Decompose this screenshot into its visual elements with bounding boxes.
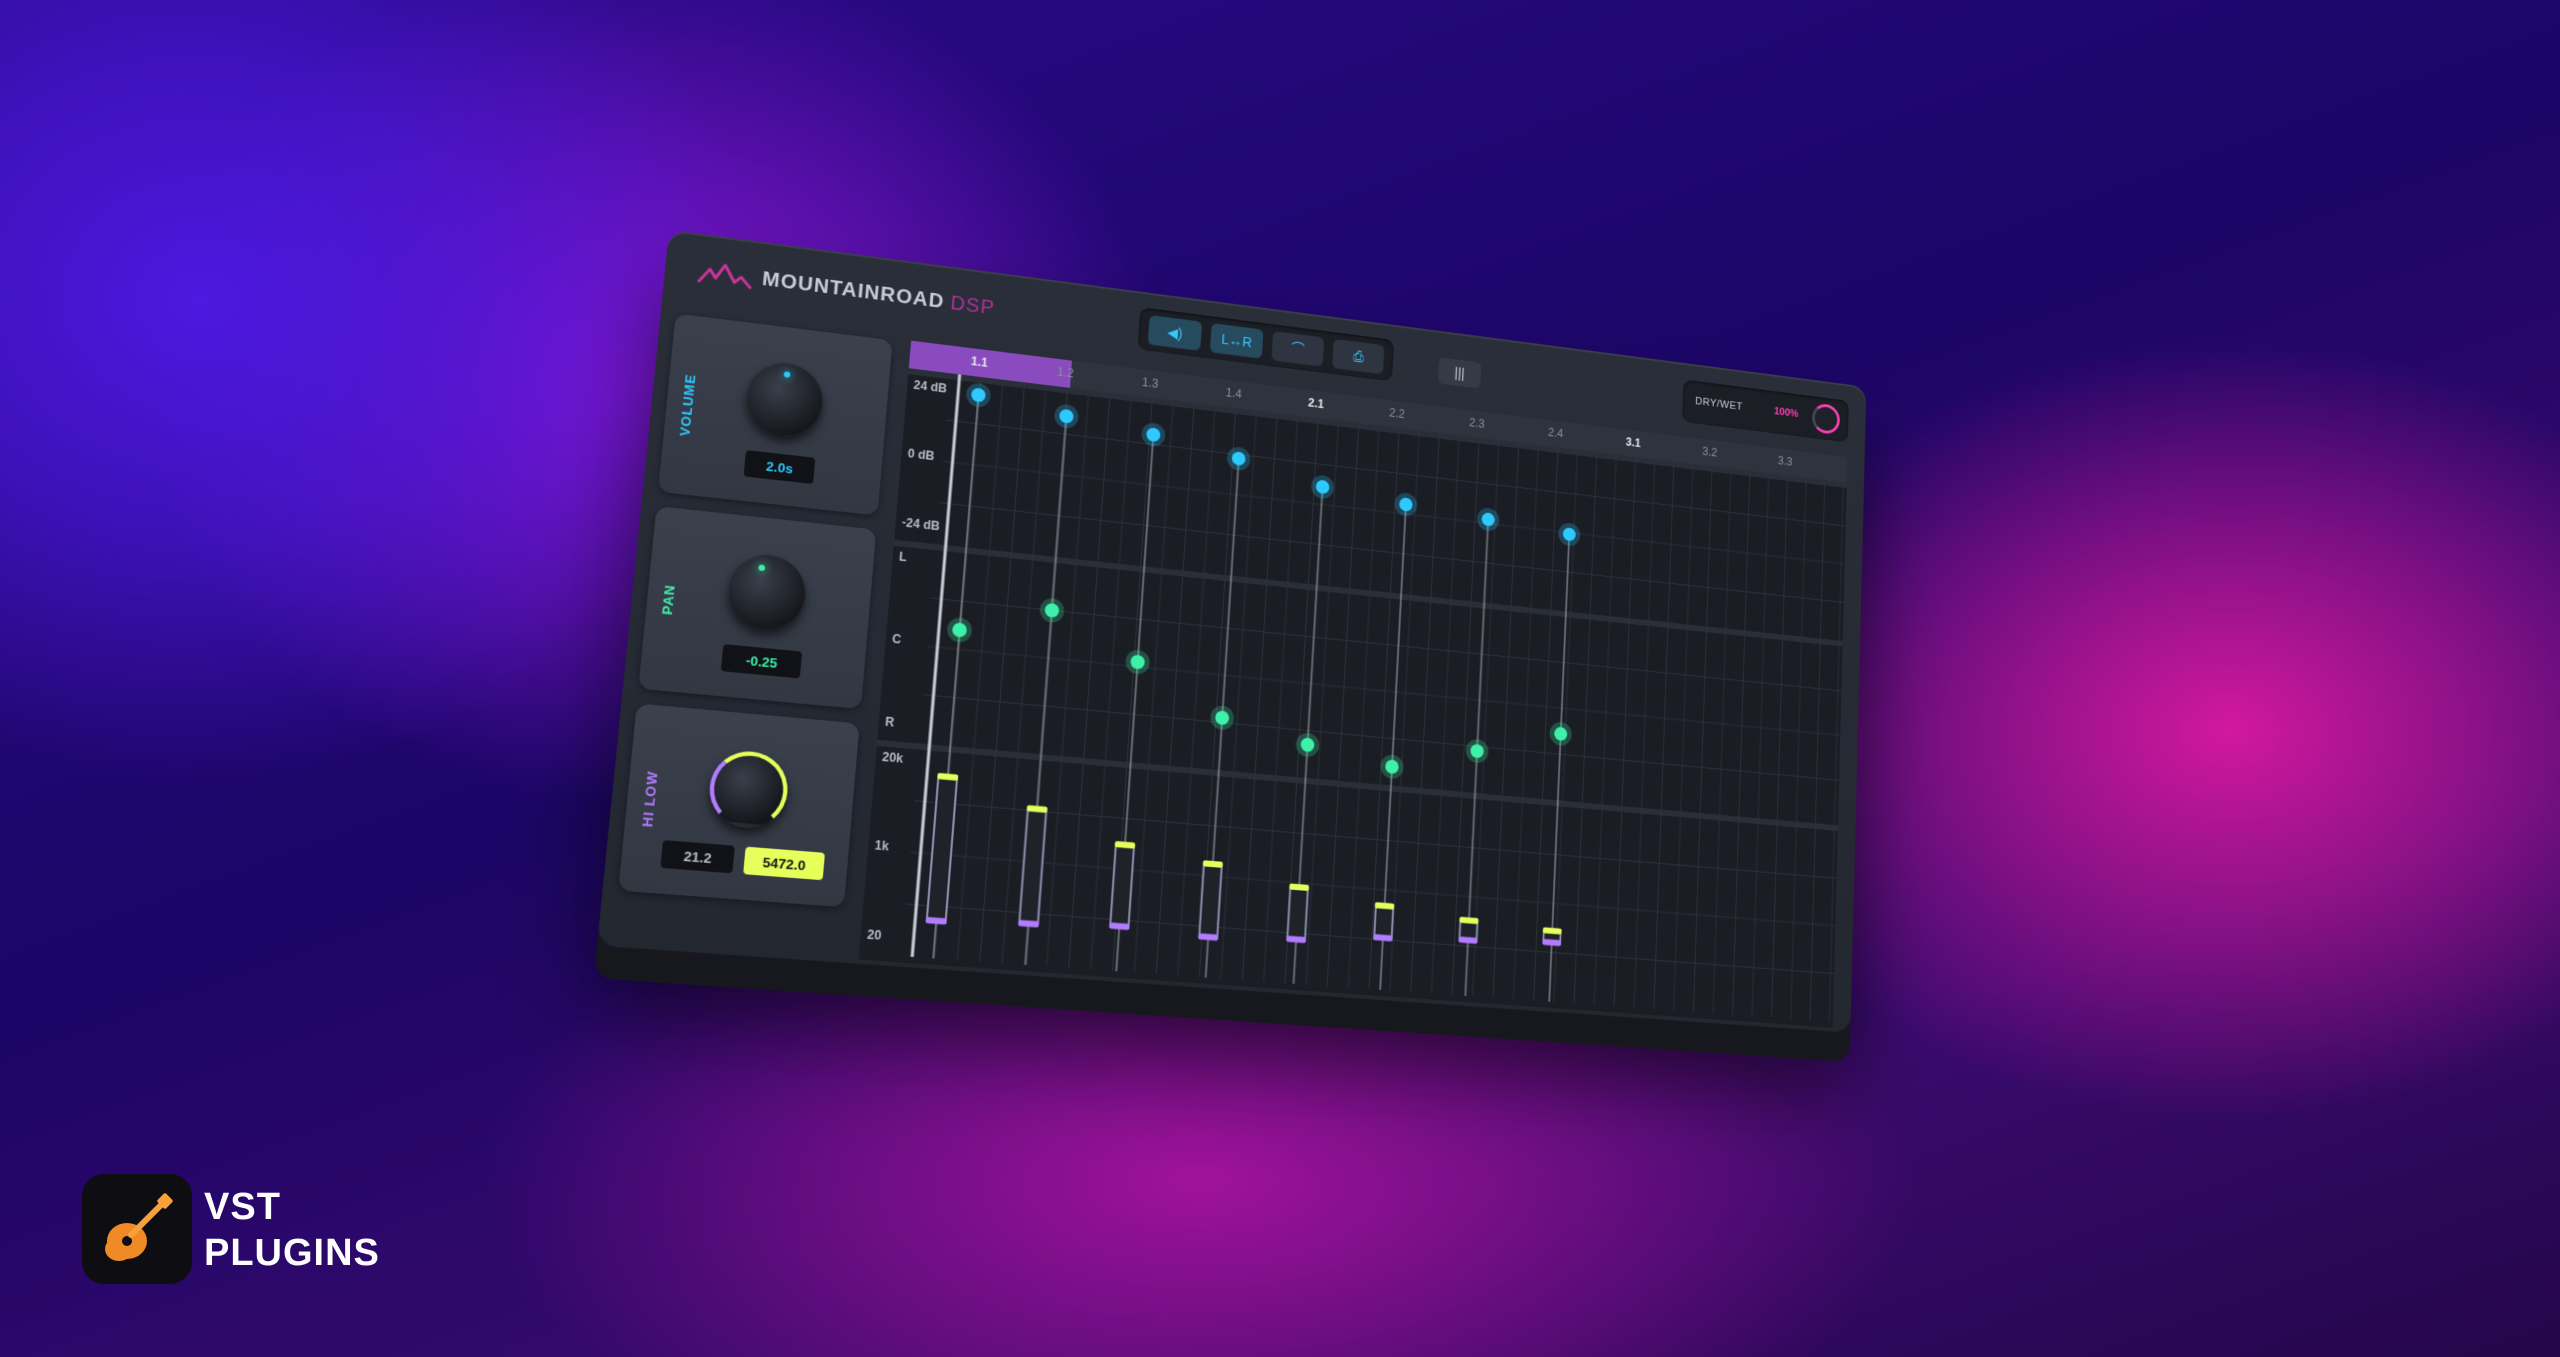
brand-suffix: DSP bbox=[949, 292, 996, 320]
link-icon: L↔R bbox=[1220, 331, 1253, 351]
pan-knob[interactable] bbox=[725, 551, 809, 633]
volume-readout[interactable]: 2.0s bbox=[743, 450, 816, 485]
watermark-line1: VST bbox=[204, 1186, 281, 1228]
toolbar: ◀) L↔R ⌒ ⎙ bbox=[1137, 307, 1395, 382]
hilow-knob[interactable] bbox=[706, 748, 791, 831]
curve-icon: ⌒ bbox=[1290, 340, 1306, 357]
mixer-button[interactable]: ||| bbox=[1437, 357, 1482, 389]
mixer-icon: ||| bbox=[1454, 364, 1466, 382]
lane-label: L bbox=[899, 550, 908, 564]
dry-wet-control: DRY/WET 100% bbox=[1682, 379, 1849, 443]
brand-name: MOUNTAINROAD bbox=[761, 268, 946, 314]
knob-indicator bbox=[758, 564, 766, 572]
hilow-range-bar bbox=[1287, 886, 1308, 940]
plugin-window: MOUNTAINROAD DSP ◀) L↔R ⌒ ⎙ ||| DRY/WET 1… bbox=[596, 229, 1867, 1033]
dry-wet-knob[interactable] bbox=[1811, 402, 1841, 436]
watermark: VST PLUGINS bbox=[82, 1170, 382, 1284]
lane-label: 24 dB bbox=[913, 379, 947, 396]
speaker-icon: ◀) bbox=[1167, 323, 1184, 341]
knob-indicator bbox=[783, 371, 791, 378]
grid-line bbox=[1134, 400, 1173, 972]
hilow-label: HI LOW bbox=[638, 769, 661, 828]
lane-label: -24 dB bbox=[901, 516, 940, 533]
volume-label: VOLUME bbox=[677, 372, 700, 437]
curve-button[interactable]: ⌒ bbox=[1271, 330, 1325, 367]
grid-line bbox=[1221, 411, 1257, 979]
hilow-range-bar bbox=[1199, 863, 1222, 937]
pan-panel: PAN -0.25 bbox=[638, 506, 877, 710]
grid-line bbox=[1069, 393, 1110, 968]
grid-line bbox=[1047, 390, 1089, 966]
dry-wet-value: 100% bbox=[1773, 405, 1799, 420]
mountain-logo-icon bbox=[696, 258, 755, 293]
grid-line bbox=[946, 420, 1846, 526]
snapshot-button[interactable]: ⎙ bbox=[1332, 338, 1385, 374]
watermark-line2: PLUGINS bbox=[204, 1232, 380, 1274]
grid-line bbox=[1156, 403, 1194, 974]
automation-canvas[interactable]: 24 dB 0 dB -24 dB L C R 20k 1k 20 bbox=[859, 341, 1847, 1022]
lane-label: 20 bbox=[867, 928, 883, 943]
hilow-range-bar bbox=[927, 776, 957, 922]
lane-label: 1k bbox=[874, 839, 890, 854]
grid-line bbox=[1327, 423, 1359, 986]
hilow-range-bar bbox=[1374, 905, 1393, 938]
grid-line bbox=[980, 382, 1025, 961]
link-button[interactable]: L↔R bbox=[1209, 323, 1264, 359]
automation-grid: 1.1 1.2 1.3 1.4 2.1 2.2 2.3 2.4 3.1 3.2 3.3 24 dB 0… bbox=[858, 340, 1848, 1028]
lane-label: C bbox=[892, 632, 903, 646]
grid-line bbox=[957, 380, 1003, 960]
lane-label: 0 dB bbox=[907, 447, 935, 463]
hilow-range-bar bbox=[1110, 844, 1134, 927]
high-readout[interactable]: 5472.0 bbox=[743, 846, 826, 881]
volume-panel: VOLUME 2.0s bbox=[657, 313, 893, 516]
hilow-panel: HI LOW 21.2 5472.0 bbox=[618, 703, 860, 908]
grid-line bbox=[1242, 413, 1277, 980]
pan-readout[interactable]: -0.25 bbox=[720, 644, 803, 679]
lane-label: 20k bbox=[882, 750, 905, 766]
volume-knob[interactable] bbox=[743, 359, 826, 441]
low-readout[interactable]: 21.2 bbox=[660, 840, 735, 874]
pan-label: PAN bbox=[659, 582, 679, 616]
lane-label: R bbox=[885, 715, 896, 730]
camera-icon: ⎙ bbox=[1352, 347, 1365, 365]
hilow-range-bar bbox=[1019, 808, 1046, 924]
brand-title: MOUNTAINROAD DSP bbox=[761, 268, 996, 320]
dry-wet-label: DRY/WET bbox=[1695, 395, 1743, 413]
guitar-icon bbox=[82, 1174, 192, 1284]
speaker-button[interactable]: ◀) bbox=[1147, 315, 1203, 351]
grid-line bbox=[1348, 426, 1379, 988]
background-stage: MOUNTAINROAD DSP ◀) L↔R ⌒ ⎙ ||| DRY/WET 1… bbox=[0, 0, 2560, 1357]
